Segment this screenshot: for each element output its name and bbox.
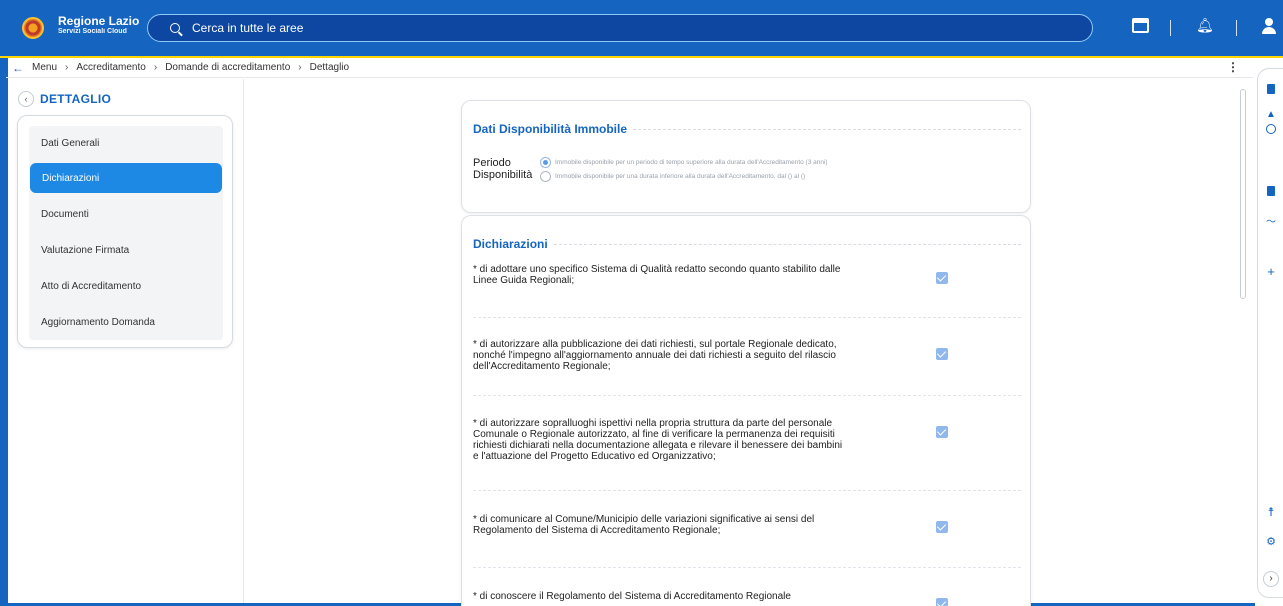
bell-icon[interactable]: 🔔︎ (1196, 17, 1214, 34)
accessibility-icon[interactable]: ☨ (1266, 506, 1276, 518)
declaration-checkbox[interactable] (936, 272, 948, 284)
disponibilita-card: Dati Disponibilità Immobile Periodo Disp… (461, 100, 1031, 213)
main-scrollbar-thumb[interactable] (1240, 89, 1246, 299)
declaration-text: * di adottare uno specifico Sistema di Q… (473, 264, 841, 286)
period-label-line: Periodo (473, 157, 511, 169)
sidebar-item-dati-generali[interactable]: Dati Generali (29, 128, 223, 158)
section-title-text: Dichiarazioni (473, 237, 548, 251)
history-icon[interactable] (1266, 124, 1276, 134)
trend-icon[interactable]: 〜 (1266, 218, 1276, 228)
frame-left-border (0, 58, 8, 606)
column-divider (243, 79, 244, 603)
declaration-text: * di autorizzare alla pubblicazione dei … (473, 339, 837, 372)
dichiarazioni-card: Dichiarazioni * di adottare uno specific… (461, 215, 1031, 606)
radio-periodo-superiore[interactable] (540, 157, 551, 168)
kebab-icon[interactable]: ⋮ (1227, 61, 1239, 73)
period-label-line: Disponibilità (473, 169, 533, 181)
sidebar-item-aggiornamento-domanda[interactable]: Aggiornamento Domanda (29, 307, 223, 337)
declaration-checkbox[interactable] (936, 426, 948, 438)
breadcrumb-separator: › (65, 62, 69, 73)
plus-icon[interactable]: + (1266, 265, 1276, 278)
section-title-text: Dati Disponibilità Immobile (473, 122, 628, 136)
breadcrumb-item-accreditamento[interactable]: Accreditamento (76, 62, 145, 73)
detail-header: ‹ DETTAGLIO (18, 91, 111, 107)
breadcrumb-separator: › (153, 62, 158, 73)
breadcrumb-item-dettaglio: Dettaglio (309, 62, 350, 73)
breadcrumb-separator: › (298, 62, 302, 73)
chevron-left-icon[interactable]: ‹ (18, 91, 34, 107)
car-icon[interactable]: ▲ (1266, 110, 1276, 120)
detail-sidebar: Dati Generali Dichiarazioni Documenti Va… (17, 115, 233, 348)
sidebar-item-atto-accreditamento[interactable]: Atto di Accreditamento (29, 271, 223, 301)
window-icon[interactable] (1132, 18, 1149, 33)
radio-label-periodo-inferiore[interactable]: Immobile disponibile per una durata infe… (555, 173, 805, 180)
bookmark-icon[interactable] (1267, 186, 1275, 196)
declaration-checkbox[interactable] (936, 521, 948, 533)
topbar-divider (1236, 20, 1237, 36)
declaration-divider (473, 317, 1021, 318)
chevron-right-icon[interactable]: › (1263, 571, 1279, 587)
app-subtitle: Servizi Sociali Cloud (58, 27, 127, 35)
regione-lazio-logo-icon[interactable] (22, 17, 44, 39)
section-title-disponibilita: Dati Disponibilità Immobile (473, 122, 1021, 136)
breadcrumb: ← Menu › Accreditamento › Domande di acc… (6, 58, 1253, 78)
sidebar-item-valutazione-firmata[interactable]: Valutazione Firmata (29, 235, 223, 265)
breadcrumb-item-domande[interactable]: Domande di accreditamento (165, 62, 290, 73)
declaration-divider (473, 567, 1021, 568)
sidebar-menu: Dati Generali Dichiarazioni Documenti Va… (29, 126, 223, 340)
declaration-divider (473, 490, 1021, 491)
user-icon[interactable] (1262, 18, 1276, 34)
sidebar-item-dichiarazioni[interactable]: Dichiarazioni (30, 163, 222, 193)
global-search-input[interactable]: Cerca in tutte le aree (147, 14, 1093, 42)
arrow-left-icon[interactable]: ← (12, 61, 24, 75)
declaration-text: * di conoscere il Regolamento del Sistem… (473, 591, 791, 602)
declaration-text: * di comunicare al Comune/Municipio dell… (473, 514, 815, 536)
sidebar-item-documenti[interactable]: Documenti (29, 199, 223, 229)
app-title: Regione Lazio (58, 14, 140, 28)
detail-title: DETTAGLIO (40, 92, 112, 106)
declaration-text: * di autorizzare sopralluoghi ispettivi … (473, 418, 843, 462)
top-bar: Regione Lazio Servizi Sociali Cloud Cerc… (0, 0, 1283, 56)
radio-label-periodo-superiore[interactable]: Immobile disponibile per un periodo di t… (555, 159, 828, 166)
radio-periodo-inferiore[interactable] (540, 171, 551, 182)
gear-icon[interactable]: ⚙ (1266, 537, 1276, 548)
search-placeholder: Cerca in tutte le aree (192, 21, 304, 35)
right-tool-rail: ▲ 〜 + ☨ ⚙ › (1257, 68, 1283, 598)
calculator-icon[interactable] (1267, 84, 1275, 94)
declaration-checkbox[interactable] (936, 598, 948, 606)
brand[interactable]: Regione Lazio Servizi Sociali Cloud (58, 15, 139, 35)
declaration-checkbox[interactable] (936, 348, 948, 360)
search-icon (170, 23, 180, 33)
period-label: Periodo Disponibilità (473, 157, 532, 181)
topbar-divider (1170, 20, 1171, 36)
breadcrumb-item-menu[interactable]: Menu (32, 62, 57, 73)
section-title-dichiarazioni: Dichiarazioni (473, 237, 1021, 251)
declaration-divider (473, 395, 1021, 396)
